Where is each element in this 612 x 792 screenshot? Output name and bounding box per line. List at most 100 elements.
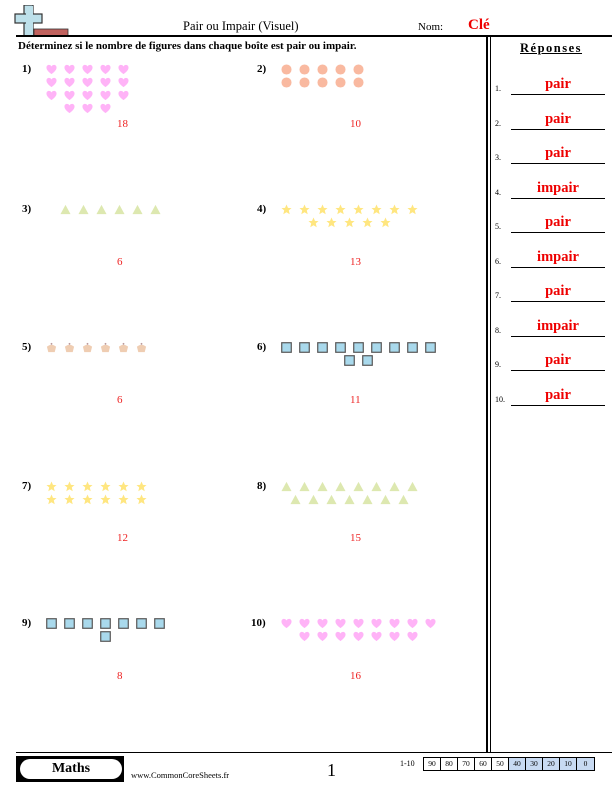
triangle-icon — [403, 480, 421, 492]
heart-icon — [78, 89, 96, 101]
star-icon — [60, 480, 78, 492]
heart-icon — [114, 76, 132, 88]
score-cell: 80 — [441, 758, 458, 770]
triangle-icon — [146, 203, 164, 215]
heart-icon — [42, 63, 60, 75]
star-icon — [295, 203, 313, 215]
heart-icon — [421, 617, 439, 629]
problem-number: 9) — [22, 617, 32, 629]
shape-row — [42, 341, 150, 353]
worksheet-title: Pair ou Impair (Visuel) — [183, 19, 299, 33]
heart-icon — [331, 630, 349, 642]
star-icon — [385, 203, 403, 215]
heart-icon — [367, 630, 385, 642]
heart-icon — [96, 76, 114, 88]
shape-row — [60, 102, 114, 114]
score-cell: 50 — [492, 758, 509, 770]
star-icon — [114, 480, 132, 492]
heart-icon — [277, 617, 295, 629]
triangle-icon — [277, 480, 295, 492]
instructions: Déterminez si le nombre de figures dans … — [18, 40, 357, 52]
triangle-icon — [92, 203, 110, 215]
circle-icon — [331, 63, 349, 75]
subject-badge: Maths — [20, 759, 122, 779]
name-value: Clé — [468, 17, 490, 33]
answer-line — [511, 335, 605, 337]
square-icon — [96, 630, 114, 642]
answer-row: 2. pair — [495, 110, 605, 130]
score-cell: 0 — [577, 758, 594, 770]
answer-number: 8. — [495, 325, 501, 335]
score-cell: 20 — [543, 758, 560, 770]
problem-4: 4) — [257, 203, 487, 303]
circle-icon — [277, 63, 295, 75]
score-label: 1-10 — [400, 759, 415, 768]
circle-icon — [295, 63, 313, 75]
shape-row — [286, 493, 412, 505]
star-icon — [376, 216, 394, 228]
triangle-icon — [304, 493, 322, 505]
shape-row — [277, 63, 367, 75]
cupcake-icon — [60, 341, 78, 353]
heart-icon — [96, 102, 114, 114]
triangle-icon — [385, 480, 403, 492]
square-icon — [367, 341, 385, 353]
star-icon — [78, 493, 96, 505]
triangle-icon — [313, 480, 331, 492]
problem-number: 1) — [22, 63, 32, 75]
problem-number: 3) — [22, 203, 32, 215]
star-icon — [42, 493, 60, 505]
shape-count: 8 — [117, 670, 123, 682]
triangle-icon — [394, 493, 412, 505]
heart-icon — [78, 102, 96, 114]
shape-count: 18 — [117, 118, 128, 130]
star-icon — [367, 203, 385, 215]
answer-line — [511, 128, 605, 130]
heart-icon — [42, 76, 60, 88]
triangle-icon — [128, 203, 146, 215]
heart-icon — [78, 63, 96, 75]
star-icon — [132, 480, 150, 492]
circle-icon — [313, 63, 331, 75]
answer-row: 4. impair — [495, 179, 605, 199]
triangle-icon — [74, 203, 92, 215]
answer-row: 7. pair — [495, 282, 605, 302]
square-icon — [60, 617, 78, 629]
square-icon — [403, 341, 421, 353]
square-icon — [295, 341, 313, 353]
problem-3: 3) — [22, 203, 252, 303]
heart-icon — [385, 617, 403, 629]
score-cell: 10 — [560, 758, 577, 770]
heart-icon — [295, 617, 313, 629]
square-icon — [331, 341, 349, 353]
cupcake-icon — [132, 341, 150, 353]
heart-icon — [313, 630, 331, 642]
website-link[interactable]: www.CommonCoreSheets.fr — [131, 770, 229, 780]
problem-number: 10) — [251, 617, 266, 629]
answer-line — [511, 232, 605, 233]
triangle-icon — [295, 480, 313, 492]
answer-number: 9. — [495, 360, 501, 369]
answer-value: pair — [545, 352, 571, 368]
star-icon — [114, 493, 132, 505]
shape-row — [277, 203, 421, 215]
answers-title: Réponses — [520, 41, 583, 55]
answer-value: pair — [545, 386, 571, 403]
answer-number: 7. — [495, 291, 501, 300]
shape-count: 15 — [350, 532, 361, 544]
shape-row — [304, 216, 394, 228]
triangle-icon — [358, 493, 376, 505]
shape-row — [42, 89, 132, 101]
star-icon — [96, 493, 114, 505]
shape-count: 6 — [117, 256, 123, 268]
problem-8: 8) — [257, 480, 487, 580]
square-icon — [385, 341, 403, 353]
answer-number: 4. — [495, 187, 501, 197]
shape-row — [96, 630, 114, 642]
heart-icon — [96, 89, 114, 101]
score-cell: 60 — [475, 758, 492, 770]
answer-value: pair — [545, 110, 571, 127]
square-icon — [150, 617, 168, 629]
heart-icon — [349, 630, 367, 642]
shape-row — [56, 203, 164, 215]
